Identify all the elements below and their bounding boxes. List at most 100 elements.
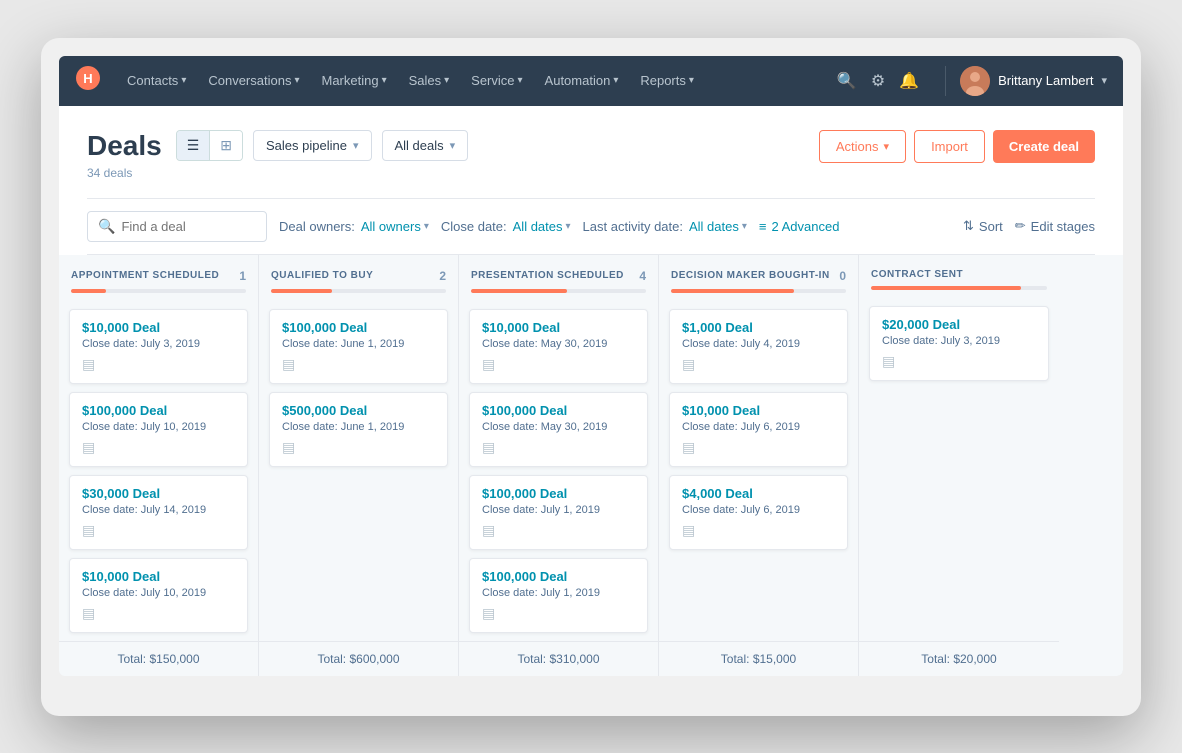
column-title: PRESENTATION SCHEDULED <box>471 270 624 281</box>
sort-icon: ⇅ <box>963 218 974 234</box>
notifications-icon[interactable]: 🔔 <box>899 71 919 91</box>
owners-chevron: ▾ <box>424 221 429 232</box>
pipeline-dropdown[interactable]: Sales pipeline ▾ <box>253 130 371 161</box>
page-subtitle: 34 deals <box>87 166 468 180</box>
nav-service[interactable]: Service ▾ <box>461 56 532 106</box>
document-icon: ▤ <box>282 356 435 373</box>
deal-amount: $100,000 Deal <box>482 569 635 584</box>
service-chevron: ▾ <box>518 75 523 86</box>
deal-amount: $20,000 Deal <box>882 317 1036 332</box>
sales-chevron: ▾ <box>444 75 449 86</box>
filter-bar-right: ⇅ Sort ✏ Edit stages <box>963 218 1095 234</box>
column-progress-bar <box>671 289 794 293</box>
deal-close: Close date: July 10, 2019 <box>82 587 235 599</box>
view-toggle: ☰ ⊞ <box>176 130 243 161</box>
column-footer: Total: $150,000 <box>59 641 258 676</box>
nav-sales[interactable]: Sales ▾ <box>399 56 460 106</box>
deal-card[interactable]: $10,000 Deal Close date: May 30, 2019 ▤ <box>469 309 648 384</box>
column-header: CONTRACT SENT <box>859 255 1059 298</box>
deal-amount: $10,000 Deal <box>82 320 235 335</box>
kanban-board: APPOINTMENT SCHEDULED 1 $10,000 Deal Clo… <box>59 255 1123 676</box>
last-activity-value[interactable]: All dates ▾ <box>689 219 747 234</box>
document-icon: ▤ <box>882 353 1036 370</box>
create-deal-button[interactable]: Create deal <box>993 130 1095 163</box>
column-footer: Total: $310,000 <box>459 641 658 676</box>
column-progress-bar <box>71 289 106 293</box>
svg-text:H: H <box>83 71 92 86</box>
column-count: 2 <box>439 269 446 283</box>
close-date-value[interactable]: All dates ▾ <box>513 219 571 234</box>
deal-card[interactable]: $10,000 Deal Close date: July 6, 2019 ▤ <box>669 392 848 467</box>
avatar <box>960 66 990 96</box>
main-content: Deals ☰ ⊞ Sales pipeli <box>59 106 1123 255</box>
deal-card[interactable]: $100,000 Deal Close date: May 30, 2019 ▤ <box>469 392 648 467</box>
deal-amount: $10,000 Deal <box>82 569 235 584</box>
column-title-row: PRESENTATION SCHEDULED 4 <box>471 269 646 283</box>
sort-button[interactable]: ⇅ Sort <box>963 218 1003 234</box>
navbar-nav: Contacts ▾ Conversations ▾ Marketing ▾ S… <box>117 56 833 106</box>
actions-chevron: ▾ <box>884 140 890 153</box>
column-header: PRESENTATION SCHEDULED 4 <box>459 255 658 301</box>
deal-owners-value[interactable]: All owners ▾ <box>361 219 429 234</box>
deal-close: Close date: July 14, 2019 <box>82 504 235 516</box>
navbar-user[interactable]: Brittany Lambert ▾ <box>960 66 1107 96</box>
deal-card[interactable]: $4,000 Deal Close date: July 6, 2019 ▤ <box>669 475 848 550</box>
contacts-chevron: ▾ <box>181 75 186 86</box>
deal-close: Close date: July 10, 2019 <box>82 421 235 433</box>
document-icon: ▤ <box>482 356 635 373</box>
deal-card[interactable]: $30,000 Deal Close date: July 14, 2019 ▤ <box>69 475 248 550</box>
deal-card[interactable]: $10,000 Deal Close date: July 3, 2019 ▤ <box>69 309 248 384</box>
filter-dropdown[interactable]: All deals ▾ <box>382 130 469 161</box>
column-cards: $20,000 Deal Close date: July 3, 2019 ▤ <box>859 298 1059 641</box>
nav-marketing[interactable]: Marketing ▾ <box>311 56 396 106</box>
deal-card[interactable]: $1,000 Deal Close date: July 4, 2019 ▤ <box>669 309 848 384</box>
deal-card[interactable]: $100,000 Deal Close date: July 10, 2019 … <box>69 392 248 467</box>
deal-card[interactable]: $100,000 Deal Close date: June 1, 2019 ▤ <box>269 309 448 384</box>
deal-owners-label: Deal owners: <box>279 219 355 234</box>
column-title: DECISION MAKER BOUGHT-IN <box>671 270 830 281</box>
column-progress-bar <box>271 289 332 293</box>
grid-icon: ⊞ <box>220 137 232 154</box>
filter-chevron: ▾ <box>450 139 456 152</box>
settings-icon[interactable]: ⚙ <box>871 71 885 91</box>
navbar-username: Brittany Lambert <box>998 73 1093 88</box>
laptop-shell: H Contacts ▾ Conversations ▾ Marketing ▾… <box>41 38 1141 716</box>
conversations-chevron: ▾ <box>294 75 299 86</box>
import-button[interactable]: Import <box>914 130 985 163</box>
deal-card[interactable]: $100,000 Deal Close date: July 1, 2019 ▤ <box>469 558 648 633</box>
column-title: APPOINTMENT SCHEDULED <box>71 270 219 281</box>
filter-lines-icon: ≡ <box>759 219 767 234</box>
last-activity-label: Last activity date: <box>583 219 683 234</box>
deal-card[interactable]: $20,000 Deal Close date: July 3, 2019 ▤ <box>869 306 1049 381</box>
nav-automation[interactable]: Automation ▾ <box>535 56 629 106</box>
search-box: 🔍 <box>87 211 267 242</box>
edit-stages-button[interactable]: ✏ Edit stages <box>1015 218 1095 234</box>
document-icon: ▤ <box>482 439 635 456</box>
grid-view-button[interactable]: ⊞ <box>209 131 242 160</box>
kanban-column-decision-maker-bought-in: DECISION MAKER BOUGHT-IN 0 $1,000 Deal C… <box>659 255 859 676</box>
nav-conversations[interactable]: Conversations ▾ <box>198 56 309 106</box>
column-progress-bar <box>471 289 567 293</box>
deal-close: Close date: July 6, 2019 <box>682 504 835 516</box>
deal-card[interactable]: $100,000 Deal Close date: July 1, 2019 ▤ <box>469 475 648 550</box>
search-input[interactable] <box>121 219 256 234</box>
marketing-chevron: ▾ <box>382 75 387 86</box>
deal-close: Close date: June 1, 2019 <box>282 421 435 433</box>
search-icon[interactable]: 🔍 <box>837 71 857 91</box>
last-activity-chevron: ▾ <box>742 221 747 232</box>
deal-card[interactable]: $10,000 Deal Close date: July 10, 2019 ▤ <box>69 558 248 633</box>
actions-button[interactable]: Actions ▾ <box>819 130 906 163</box>
document-icon: ▤ <box>682 522 835 539</box>
column-title: QUALIFIED TO BUY <box>271 270 373 281</box>
column-cards: $10,000 Deal Close date: May 30, 2019 ▤ … <box>459 301 658 641</box>
document-icon: ▤ <box>282 439 435 456</box>
list-view-button[interactable]: ☰ <box>177 131 210 160</box>
nav-contacts[interactable]: Contacts ▾ <box>117 56 196 106</box>
deal-amount: $10,000 Deal <box>682 403 835 418</box>
nav-reports[interactable]: Reports ▾ <box>630 56 704 106</box>
column-cards: $100,000 Deal Close date: June 1, 2019 ▤… <box>259 301 458 641</box>
advanced-filter[interactable]: ≡ 2 Advanced <box>759 219 840 234</box>
document-icon: ▤ <box>82 356 235 373</box>
column-header: DECISION MAKER BOUGHT-IN 0 <box>659 255 858 301</box>
deal-card[interactable]: $500,000 Deal Close date: June 1, 2019 ▤ <box>269 392 448 467</box>
